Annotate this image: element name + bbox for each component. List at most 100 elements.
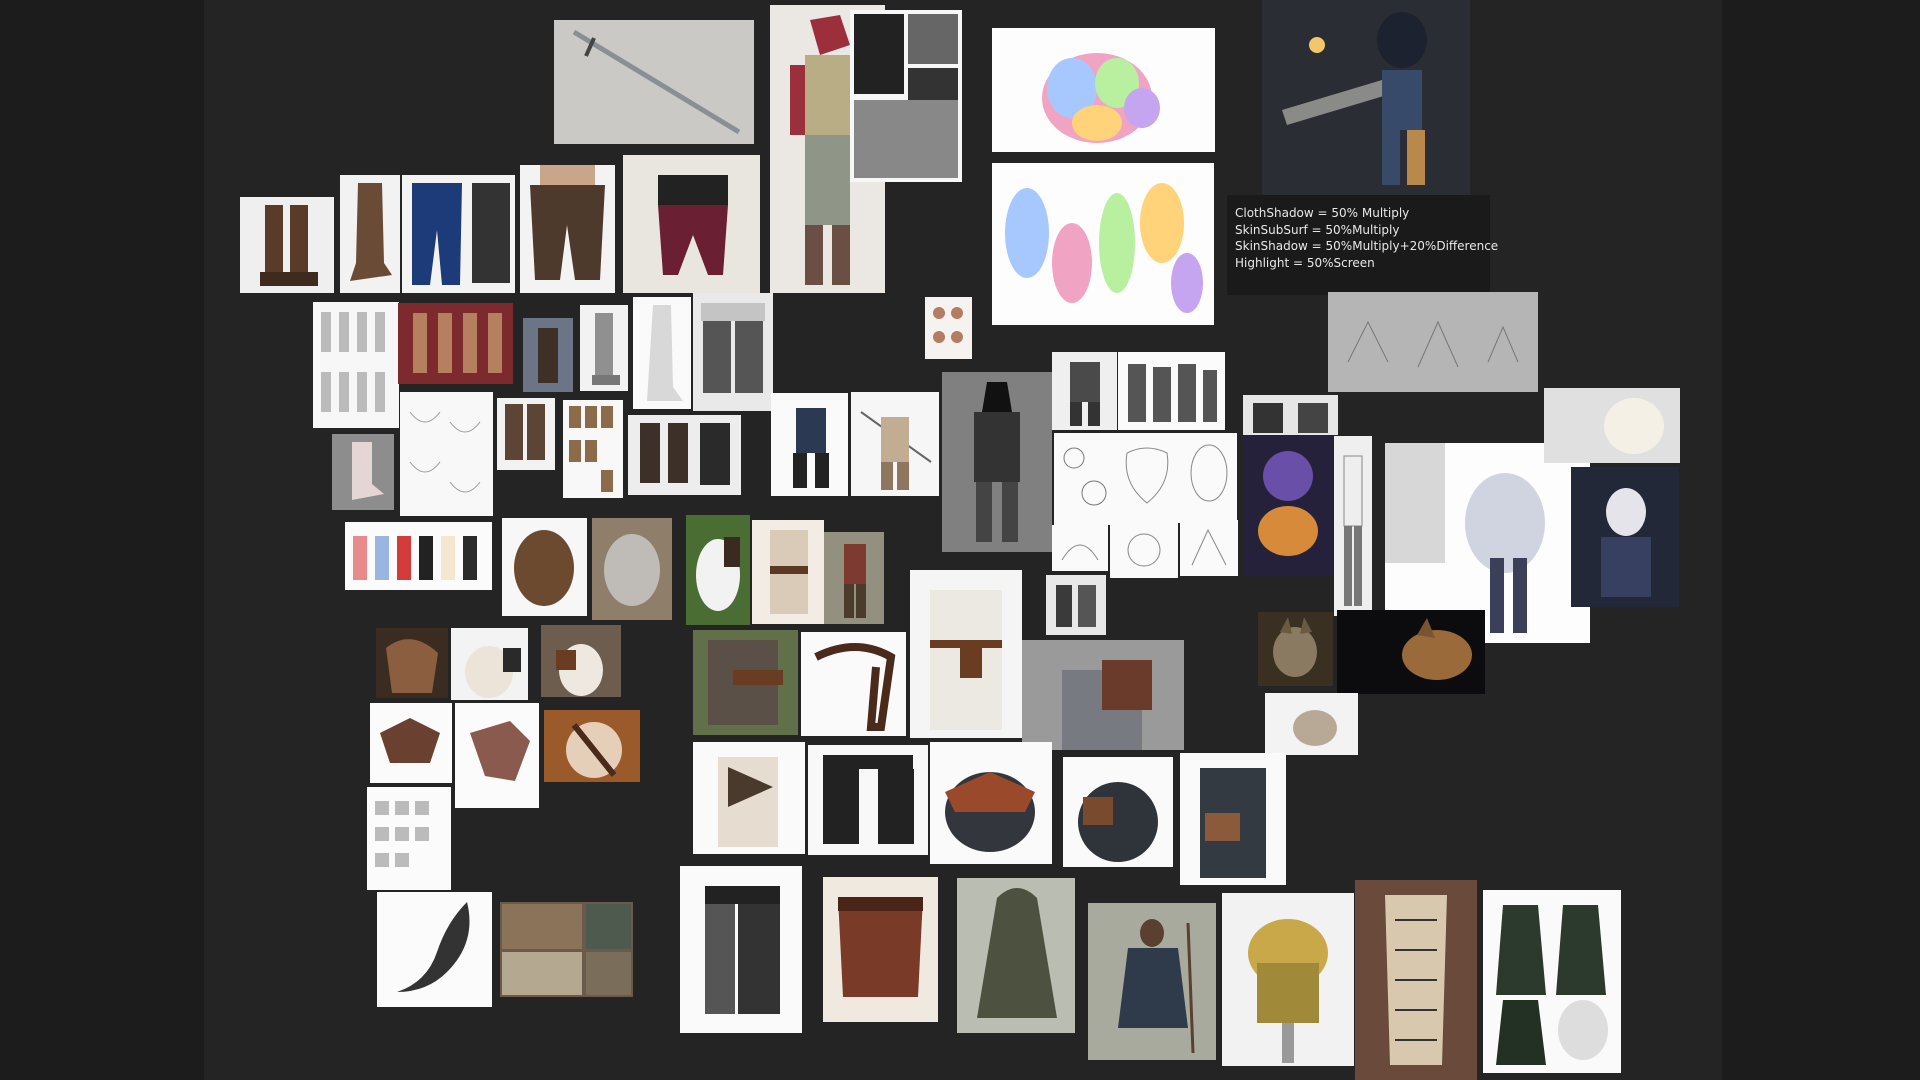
wolf-suit-portrait-reference[interactable] <box>1571 467 1679 607</box>
grey-fur-vest-reference[interactable] <box>592 518 672 620</box>
arm-muscle-sketches-reference[interactable] <box>992 163 1214 325</box>
gambeson-pauldron-reference[interactable] <box>930 742 1052 864</box>
mustard-hood-vest-reference[interactable] <box>1222 893 1354 1066</box>
fur-boots-reference[interactable] <box>693 293 773 411</box>
sash-skirt-reference[interactable] <box>623 155 760 293</box>
sock-reference[interactable] <box>332 434 394 510</box>
quilted-jacket-reference[interactable] <box>1180 753 1286 885</box>
cloth-armor-mannequin-reference[interactable] <box>693 742 805 854</box>
armor-icon <box>930 742 1052 864</box>
white-wolf-illustration-reference[interactable] <box>1544 388 1680 463</box>
wolf-concept-sketches-reference[interactable] <box>1328 292 1538 392</box>
cloak-icon <box>957 878 1075 1033</box>
tasset-skirt-reference[interactable] <box>680 866 802 1033</box>
werewolf-sketch-reference[interactable] <box>1052 525 1108 571</box>
warrior-costume-reference[interactable] <box>824 532 884 624</box>
wolf-pose-sketch-reference[interactable] <box>1180 520 1238 576</box>
wolf-pack-photos-reference[interactable] <box>500 902 633 997</box>
armor-icon <box>455 703 539 808</box>
man-with-pauldron-reference[interactable] <box>1022 640 1184 750</box>
shoulder-strap-mannequin-reference[interactable] <box>686 515 750 625</box>
two-wolves-reference[interactable] <box>1046 575 1106 635</box>
leather-harness-reference[interactable] <box>541 625 621 697</box>
dark-boots-pair-reference[interactable] <box>628 415 741 495</box>
sock-icon <box>332 434 394 510</box>
snow-wolf-reference[interactable] <box>1265 693 1358 755</box>
boot-icon <box>340 175 400 293</box>
brown-boots-pair-reference[interactable] <box>497 398 555 470</box>
character-icon <box>1243 395 1338 435</box>
strapped-gambeson-reference[interactable] <box>1063 757 1173 867</box>
armor-icon <box>370 703 452 783</box>
leather-boots-reference[interactable] <box>240 197 334 293</box>
armored-wolf-reference[interactable] <box>1052 352 1117 430</box>
wolf-torso-sketch-reference[interactable] <box>1181 433 1237 523</box>
wolf-icon <box>925 297 972 359</box>
belt-pouch-outfit-reference[interactable] <box>693 630 798 735</box>
leather-belt-reference[interactable] <box>801 632 906 736</box>
armor-icon <box>451 628 528 700</box>
character-icon <box>1571 467 1679 607</box>
white-tall-boot-reference[interactable] <box>633 297 691 409</box>
wrap-icon <box>398 303 513 384</box>
shading-layer-note: ClothShadow = 50% Multiply SkinSubSurf =… <box>1227 195 1498 295</box>
armor-icon <box>544 710 640 782</box>
character-icon <box>1118 352 1225 430</box>
boot-collection-reference[interactable] <box>563 400 623 498</box>
belt-icon <box>801 632 906 736</box>
green-dress-reference[interactable] <box>1483 890 1621 1073</box>
wolf-fighter-reference[interactable] <box>771 393 848 496</box>
muscle-color-map-reference[interactable] <box>992 28 1215 152</box>
wolf-spearman-reference[interactable] <box>851 392 939 496</box>
lace-up-corset-reference[interactable] <box>1355 880 1477 1080</box>
bare-torso-harness-reference[interactable] <box>544 710 640 782</box>
character-icon <box>1046 575 1106 635</box>
harem-pants-reference[interactable] <box>402 175 515 293</box>
fur-icon <box>592 518 672 620</box>
wolf-suit-character-reference[interactable] <box>1334 436 1372 616</box>
brown-harem-pants-reference[interactable] <box>520 165 615 293</box>
leather-faulds-reference[interactable] <box>823 877 938 1022</box>
armor-icon <box>680 866 802 1033</box>
wolf-anatomy-sketch-reference[interactable] <box>1112 433 1182 523</box>
wolf-sketch-sheet-reference[interactable] <box>1054 433 1112 525</box>
wolf-portrait-reference[interactable] <box>1258 612 1333 686</box>
manga-page-reference[interactable] <box>850 10 962 182</box>
armor-icon <box>686 515 750 625</box>
mannequin-shoulder-armor-reference[interactable] <box>451 628 528 700</box>
wolf-portrait-dark-reference[interactable] <box>1243 395 1338 435</box>
winged-pauldron-reference[interactable] <box>370 703 452 783</box>
pants-icon <box>520 165 615 293</box>
sword-reference[interactable] <box>554 20 754 144</box>
leather-thigh-guards-reference[interactable] <box>808 745 928 855</box>
pauldron-variants-sheet-reference[interactable] <box>367 787 451 890</box>
brawler-sketch-reference[interactable] <box>1110 522 1178 578</box>
wanderer-photo-reference[interactable] <box>1088 903 1216 1060</box>
boot-icon <box>628 415 741 495</box>
belt-dress-reference[interactable] <box>910 570 1022 738</box>
boot-icon <box>580 305 628 391</box>
note-line: SkinSubSurf = 50%Multiply <box>1235 222 1400 237</box>
grey-wolf-silhouette-reference[interactable] <box>942 372 1052 552</box>
foot-wrap-sketches-reference[interactable] <box>400 392 493 516</box>
wolf-tail-reference[interactable] <box>377 892 492 1007</box>
leather-leg-wraps-reference[interactable] <box>398 303 513 384</box>
wolf-icon <box>1265 693 1358 755</box>
wolf-profile-reference[interactable] <box>1337 610 1485 694</box>
boot-design-chart-reference[interactable] <box>345 522 492 590</box>
armor-icon <box>808 745 928 855</box>
small-wolf-thumbnail-reference[interactable] <box>925 297 972 359</box>
leg-wrap-chart-reference[interactable] <box>313 302 399 428</box>
character-lineup-reference[interactable] <box>1118 352 1225 430</box>
linen-tunic-reference[interactable] <box>752 520 824 624</box>
grey-boot-reference[interactable] <box>580 305 628 391</box>
fur-pelt-reference[interactable] <box>502 518 587 616</box>
layered-pauldron-reference[interactable] <box>455 703 539 808</box>
silhouette-icon <box>942 372 1052 552</box>
purple-character-reference[interactable] <box>1243 436 1333 576</box>
shading-demo-character-reference[interactable] <box>1262 0 1470 195</box>
slouch-boot-reference[interactable] <box>340 175 400 293</box>
leather-pauldron-reference[interactable] <box>376 628 448 698</box>
green-cloak-reference[interactable] <box>957 878 1075 1033</box>
boot-photo-reference[interactable] <box>523 318 573 392</box>
